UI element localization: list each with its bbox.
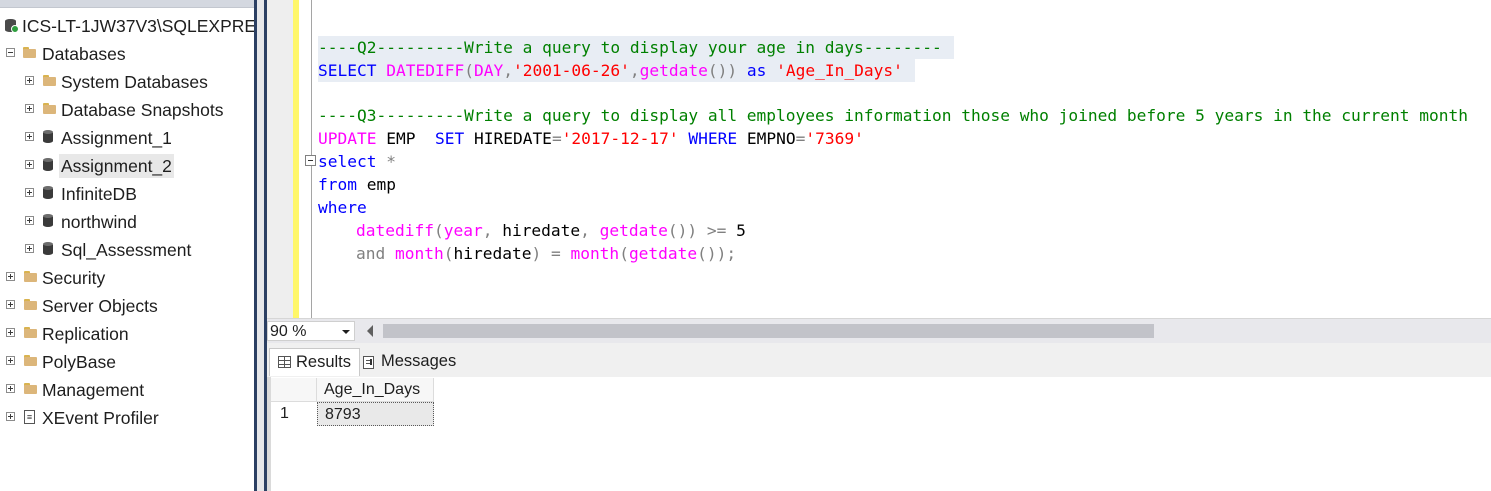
tab-results[interactable]: Results — [269, 348, 361, 376]
tree-node-label: Sql_Assessment — [61, 240, 192, 260]
database-icon — [43, 214, 53, 227]
tree-node-label: Server Objects — [42, 296, 158, 316]
object-explorer: ICS-LT-1JW37V3\SQLEXPRES Databases Syste… — [0, 0, 254, 491]
query-editor[interactable]: ----Q2---------Write a query to display … — [267, 0, 1491, 318]
zoom-dropdown[interactable]: 90 % — [267, 321, 355, 341]
tree-node-server[interactable]: ICS-LT-1JW37V3\SQLEXPRES — [3, 14, 254, 38]
folder-icon — [23, 47, 36, 58]
code-line-q2-comment: ----Q2---------Write a query to display … — [318, 36, 954, 59]
editor-status-strip: 90 % — [267, 318, 1491, 344]
tree-node-label: System Databases — [61, 72, 208, 92]
expand-icon[interactable] — [25, 104, 34, 113]
expand-icon[interactable] — [25, 132, 34, 141]
tree-node-label: Assignment_2 — [59, 154, 174, 178]
explorer-splitter[interactable] — [254, 0, 267, 491]
code-line-q3-comment: ----Q3---------Write a query to display … — [318, 106, 1468, 125]
server-icon — [5, 18, 19, 33]
scroll-left-arrow-icon[interactable] — [367, 325, 373, 337]
expand-icon[interactable] — [6, 328, 15, 337]
folder-icon — [24, 355, 37, 366]
tree-node-polybase[interactable]: PolyBase — [0, 350, 254, 374]
expand-icon[interactable] — [6, 272, 15, 281]
tree-node-label: Security — [42, 268, 106, 288]
tab-messages[interactable]: Messages — [355, 348, 464, 375]
tree-node-label: Assignment_1 — [61, 128, 172, 148]
tree-node-northwind[interactable]: northwind — [19, 210, 254, 234]
messages-icon — [363, 356, 374, 369]
tab-results-label: Results — [296, 353, 352, 371]
tree-node-assignment-1[interactable]: Assignment_1 — [19, 126, 254, 150]
collapse-icon[interactable] — [6, 48, 15, 57]
xevent-profiler-icon: ≡ — [24, 410, 35, 424]
tree-node-server-objects[interactable]: Server Objects — [0, 294, 254, 318]
tree-node-replication[interactable]: Replication — [0, 322, 254, 346]
explorer-toolbar-strip — [0, 0, 254, 8]
expand-icon[interactable] — [25, 244, 34, 253]
database-icon — [43, 186, 53, 199]
expand-icon[interactable] — [6, 356, 15, 365]
folder-icon — [24, 271, 37, 282]
expand-icon[interactable] — [25, 216, 34, 225]
results-grid: Age_In_Days 1 8793 — [267, 377, 1491, 491]
table-cell-age-in-days[interactable]: 8793 — [317, 402, 434, 426]
grid-icon — [278, 356, 291, 368]
server-label: ICS-LT-1JW37V3\SQLEXPRES — [22, 16, 254, 36]
code-line-update: UPDATE EMP SET HIREDATE='2017-12-17' WHE… — [318, 129, 864, 148]
database-icon — [43, 130, 53, 143]
folder-icon — [24, 383, 37, 394]
database-icon — [43, 158, 53, 171]
horizontal-scrollbar-thumb[interactable] — [383, 324, 1154, 338]
tree-node-security[interactable]: Security — [0, 266, 254, 290]
code-line-where: where — [318, 198, 367, 217]
tree-node-xevent-profiler[interactable]: ≡ XEvent Profiler — [0, 406, 254, 430]
tree-node-label: PolyBase — [42, 352, 116, 372]
expand-icon[interactable] — [25, 76, 34, 85]
tree-node-label: Database Snapshots — [61, 100, 224, 120]
code-line-datediff-condition: datediff(year, hiredate, getdate()) >= 5 — [356, 221, 746, 240]
expand-icon[interactable] — [25, 188, 34, 197]
code-line-from: from emp — [318, 175, 396, 194]
folder-icon — [43, 75, 56, 86]
expand-icon[interactable] — [6, 384, 15, 393]
expand-icon[interactable] — [6, 300, 15, 309]
code-line-month-condition: and month(hiredate) = month(getdate()); — [356, 244, 737, 263]
tree-node-label: XEvent Profiler — [42, 408, 159, 428]
database-icon — [43, 242, 53, 255]
code-collapse-icon[interactable] — [305, 155, 316, 166]
expand-icon[interactable] — [25, 160, 34, 169]
results-left-border — [267, 377, 271, 491]
tree-node-database-snapshots[interactable]: Database Snapshots — [19, 98, 254, 122]
row-number[interactable]: 1 — [271, 402, 317, 426]
tree-node-sql-assessment[interactable]: Sql_Assessment — [19, 238, 254, 262]
editor-gutter — [267, 0, 293, 318]
code-line-q2-select: SELECT DATEDIFF(DAY,'2001-06-26',getdate… — [318, 59, 915, 82]
change-tracking-bar — [293, 0, 299, 318]
tree-node-infinitedb[interactable]: InfiniteDB — [19, 182, 254, 206]
column-header-age-in-days[interactable]: Age_In_Days — [317, 378, 434, 402]
tree-node-label: InfiniteDB — [61, 184, 137, 204]
folder-icon — [43, 103, 56, 114]
tab-messages-label: Messages — [381, 352, 457, 370]
folder-icon — [24, 327, 37, 338]
code-line-select: select * — [318, 152, 396, 171]
tree-node-label: northwind — [61, 212, 137, 232]
chevron-down-icon — [342, 330, 350, 334]
databases-label: Databases — [42, 44, 126, 64]
tree-node-label: Replication — [42, 324, 129, 344]
zoom-value: 90 % — [270, 323, 307, 340]
tree-node-system-databases[interactable]: System Databases — [19, 70, 254, 94]
expand-icon[interactable] — [6, 412, 15, 421]
tree-node-assignment-2[interactable]: Assignment_2 — [19, 154, 254, 178]
tree-node-databases[interactable]: Databases — [0, 42, 254, 66]
folder-icon — [24, 299, 37, 310]
tree-node-label: Management — [42, 380, 145, 400]
results-tab-strip: Results Messages — [267, 343, 1491, 378]
tree-node-management[interactable]: Management — [0, 378, 254, 402]
row-number-header — [271, 378, 317, 402]
